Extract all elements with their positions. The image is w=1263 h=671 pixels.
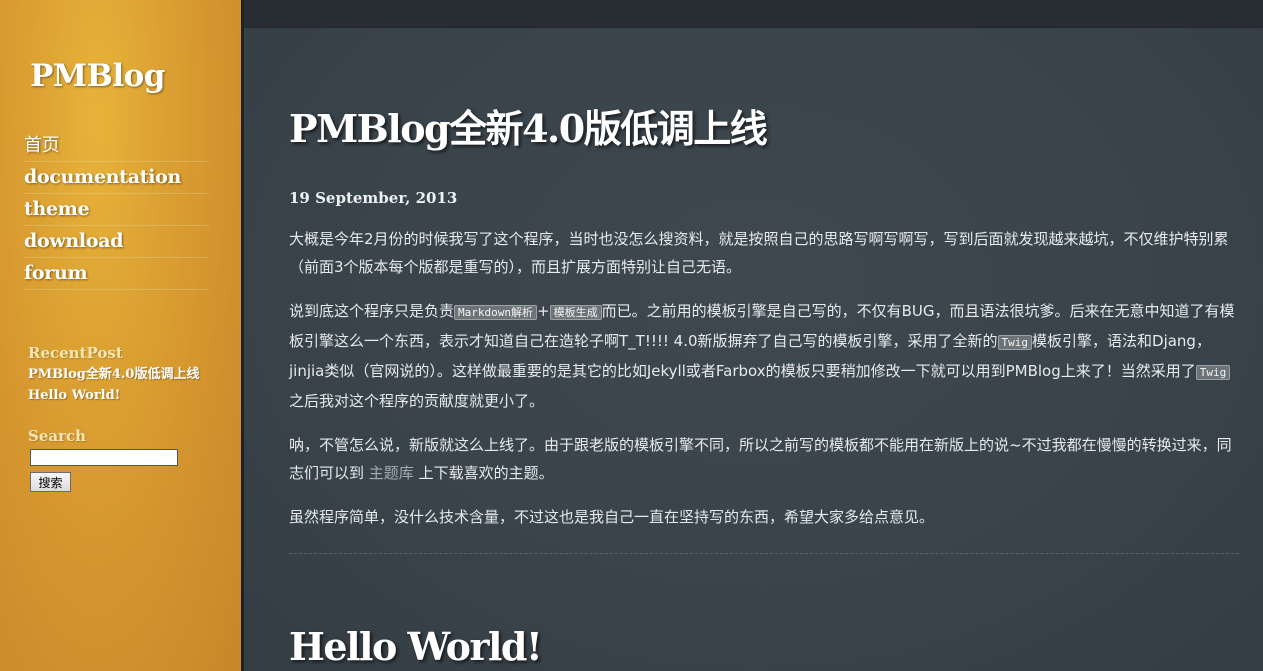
paragraph-text: 上下载喜欢的主题。	[413, 464, 554, 482]
post-paragraph: 呐，不管怎么说，新版就这么上线了。由于跟老版的模板引擎不同，所以之前写的模板都不…	[289, 431, 1239, 487]
paragraph-text: 之后我对这个程序的贡献度就更小了。	[289, 392, 545, 410]
post-paragraph: 大概是今年2月份的时候我写了这个程序，当时也没怎么搜资料，就是按照自己的思路写啊…	[289, 230, 1229, 276]
recent-post-link[interactable]: PMBlog全新4.0版低调上线	[28, 364, 228, 385]
paragraph-text: 说到底这个程序只是负责	[289, 302, 455, 320]
search-button[interactable]: 搜索	[30, 472, 71, 492]
recent-posts-title: RecentPost	[28, 344, 123, 362]
recent-posts-widget: RecentPost PMBlog全新4.0版低调上线 Hello World!	[28, 344, 228, 406]
post-article: PMBlog全新4.0版低调上线 19 September, 2013 大概是今…	[289, 98, 1239, 531]
recent-post-link[interactable]: Hello World!	[28, 385, 228, 406]
main-content: PMBlog全新4.0版低调上线 19 September, 2013 大概是今…	[244, 28, 1263, 671]
post-title[interactable]: PMBlog全新4.0版低调上线	[289, 98, 1239, 153]
nav-item-theme[interactable]: theme	[24, 194, 209, 226]
inline-code: Twig	[997, 335, 1033, 350]
post-body: 大概是今年2月份的时候我写了这个程序，当时也没怎么搜资料，就是按照自己的思路写啊…	[289, 225, 1239, 531]
inline-code: Markdown解析	[454, 305, 537, 320]
post-title[interactable]: Hello World!	[289, 624, 1239, 669]
nav-item-home[interactable]: 首页	[24, 130, 209, 162]
nav-item-documentation[interactable]: documentation	[24, 162, 209, 194]
inline-code: Twig	[1195, 365, 1231, 380]
search-title: Search	[28, 427, 87, 445]
theme-library-link[interactable]: 主题库	[369, 464, 414, 482]
sidebar: PMBlog 首页 documentation theme download f…	[0, 0, 244, 671]
post-date: 19 September, 2013	[289, 189, 458, 207]
main-nav: 首页 documentation theme download forum	[24, 130, 209, 290]
nav-item-forum[interactable]: forum	[24, 258, 209, 290]
top-bar	[244, 0, 1263, 28]
search-widget: Search 搜索	[28, 427, 228, 492]
paragraph-text: +	[537, 302, 550, 320]
nav-item-download[interactable]: download	[24, 226, 209, 258]
post-article: Hello World!	[289, 624, 1239, 669]
post-divider	[289, 553, 1239, 554]
post-paragraph: 虽然程序简单，没什么技术含量，不过这也是我自己一直在坚持写的东西，希望大家多给点…	[289, 508, 935, 526]
post-paragraph: 说到底这个程序只是负责 Markdown解析 + 模板生成 而已。之前用的模板引擎是自己…	[289, 297, 1239, 415]
site-title[interactable]: PMBlog	[30, 58, 165, 94]
search-input[interactable]	[30, 449, 178, 466]
inline-code: 模板生成	[549, 305, 602, 320]
